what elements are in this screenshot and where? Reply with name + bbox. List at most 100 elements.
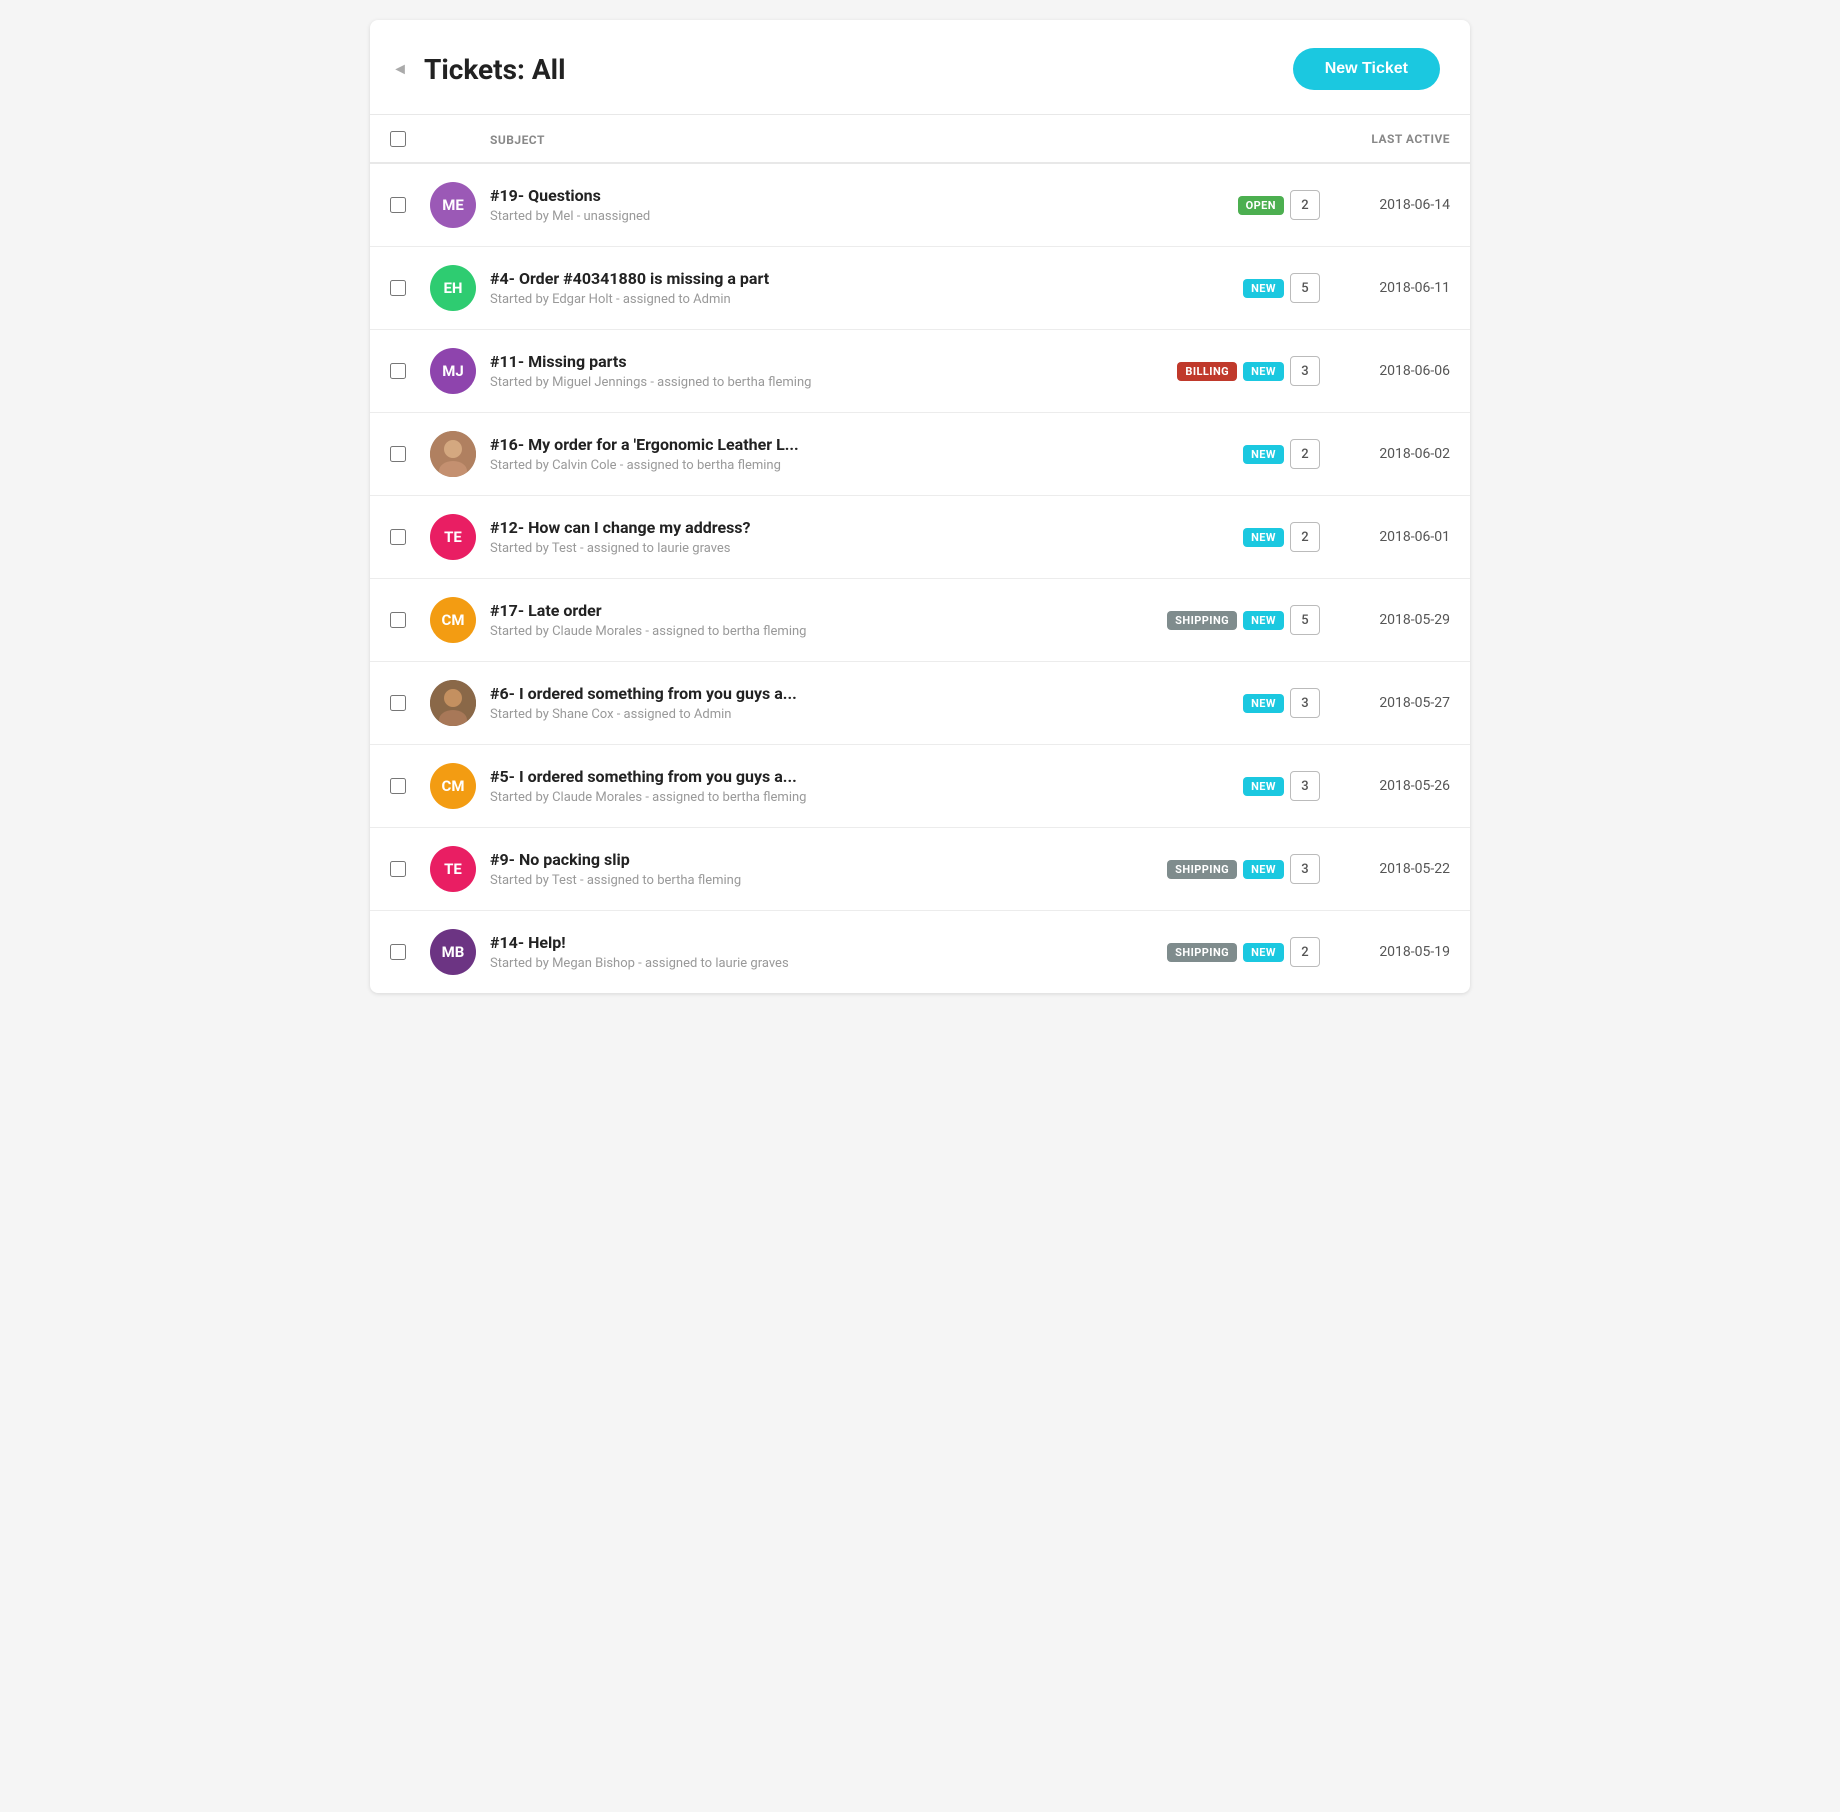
row-checkbox[interactable] — [390, 861, 406, 877]
avatar: TE — [430, 514, 476, 560]
header-left: ◄ Tickets: All — [390, 53, 566, 86]
avatar: MJ — [430, 348, 476, 394]
status-badge: BILLING — [1177, 362, 1237, 381]
status-badge: NEW — [1243, 279, 1284, 298]
ticket-subtitle: Started by Claude Morales - assigned to … — [490, 790, 1088, 805]
avatar-col — [430, 680, 490, 726]
status-badge: NEW — [1243, 943, 1284, 962]
table-row[interactable]: CM#17- Late orderStarted by Claude Moral… — [370, 579, 1470, 662]
header-check-col — [390, 131, 430, 147]
row-checkbox[interactable] — [390, 944, 406, 960]
count-badge: 2 — [1290, 439, 1320, 469]
avatar-col — [430, 431, 490, 477]
tags-col: NEW2 — [1100, 522, 1320, 552]
subject-col: #5- I ordered something from you guys a.… — [490, 767, 1100, 805]
ticket-title[interactable]: #17- Late order — [490, 601, 1088, 620]
avatar-col: ME — [430, 182, 490, 228]
table-row[interactable]: MB#14- Help!Started by Megan Bishop - as… — [370, 911, 1470, 993]
subject-col: #6- I ordered something from you guys a.… — [490, 684, 1100, 722]
row-check-col — [390, 861, 430, 877]
avatar — [430, 431, 476, 477]
row-checkbox[interactable] — [390, 778, 406, 794]
row-checkbox[interactable] — [390, 612, 406, 628]
table-row[interactable]: ME#19- Questions Started by Mel - unassig… — [370, 164, 1470, 247]
avatar-col: EH — [430, 265, 490, 311]
status-badge: NEW — [1243, 611, 1284, 630]
last-active-column-label: LAST ACTIVE — [1371, 132, 1450, 146]
status-badge: NEW — [1243, 445, 1284, 464]
row-checkbox[interactable] — [390, 280, 406, 296]
tickets-container: ◄ Tickets: All New Ticket SUBJECT LAST A… — [370, 20, 1470, 993]
ticket-title[interactable]: #6- I ordered something from you guys a.… — [490, 684, 1088, 703]
row-check-col — [390, 363, 430, 379]
tags-col: SHIPPINGNEW3 — [1100, 854, 1320, 884]
avatar-col: CM — [430, 763, 490, 809]
ticket-title[interactable]: #5- I ordered something from you guys a.… — [490, 767, 1088, 786]
avatar-col: TE — [430, 846, 490, 892]
last-active-col: 2018-06-02 — [1320, 446, 1450, 462]
status-badge: SHIPPING — [1167, 943, 1237, 962]
count-badge: 2 — [1290, 190, 1320, 220]
row-check-col — [390, 280, 430, 296]
table-header: SUBJECT LAST ACTIVE — [370, 115, 1470, 164]
avatar — [430, 680, 476, 726]
status-badge: NEW — [1243, 694, 1284, 713]
subject-col: #9- No packing slipStarted by Test - ass… — [490, 850, 1100, 888]
ticket-title[interactable]: #19- Questions — [490, 186, 1088, 205]
new-ticket-button[interactable]: New Ticket — [1293, 48, 1440, 90]
tags-col: NEW 5 — [1100, 273, 1320, 303]
status-badge: SHIPPING — [1167, 611, 1237, 630]
row-checkbox[interactable] — [390, 446, 406, 462]
row-checkbox[interactable] — [390, 695, 406, 711]
count-badge: 3 — [1290, 356, 1320, 386]
ticket-title[interactable]: #9- No packing slip — [490, 850, 1088, 869]
ticket-subtitle: Started by Mel - unassigned — [490, 209, 1088, 224]
avatar-col: MB — [430, 929, 490, 975]
count-badge: 3 — [1290, 688, 1320, 718]
header-last-active: LAST ACTIVE — [1320, 131, 1450, 147]
ticket-title[interactable]: #4- Order #40341880 is missing a part — [490, 269, 1088, 288]
table-row[interactable]: TE #9- No packing slipStarted by Test - a… — [370, 828, 1470, 911]
last-active-col: 2018-05-27 — [1320, 695, 1450, 711]
status-badge: NEW — [1243, 528, 1284, 547]
ticket-title[interactable]: #12- How can I change my address? — [490, 518, 1088, 537]
count-badge: 3 — [1290, 771, 1320, 801]
count-badge: 3 — [1290, 854, 1320, 884]
subject-column-label: SUBJECT — [490, 133, 545, 147]
avatar: CM — [430, 763, 476, 809]
tags-col: NEW3 — [1100, 771, 1320, 801]
ticket-list: ME#19- Questions Started by Mel - unassig… — [370, 164, 1470, 993]
table-row[interactable]: MJ#11- Missing partsStarted by Miguel Je… — [370, 330, 1470, 413]
tags-col: OPEN2 — [1100, 190, 1320, 220]
ticket-title[interactable]: #14- Help! — [490, 933, 1088, 952]
row-check-col — [390, 529, 430, 545]
row-checkbox[interactable] — [390, 363, 406, 379]
tags-col: NEW 2 — [1100, 439, 1320, 469]
tags-col: BILLINGNEW3 — [1100, 356, 1320, 386]
ticket-subtitle: Started by Edgar Holt - assigned to Admi… — [490, 292, 1088, 307]
header-subject: SUBJECT — [490, 129, 1100, 148]
sidebar-toggle-icon[interactable]: ◄ — [390, 59, 410, 79]
row-checkbox[interactable] — [390, 197, 406, 213]
count-badge: 5 — [1290, 273, 1320, 303]
avatar: MB — [430, 929, 476, 975]
table-row[interactable]: CM #5- I ordered something from you guys … — [370, 745, 1470, 828]
count-badge: 2 — [1290, 937, 1320, 967]
row-check-col — [390, 944, 430, 960]
row-checkbox[interactable] — [390, 529, 406, 545]
ticket-title[interactable]: #16- My order for a 'Ergonomic Leather L… — [490, 435, 1088, 454]
ticket-title[interactable]: #11- Missing parts — [490, 352, 1088, 371]
avatar: TE — [430, 846, 476, 892]
last-active-col: 2018-05-26 — [1320, 778, 1450, 794]
table-row[interactable]: #16- My order for a 'Ergonomic Leather L… — [370, 413, 1470, 496]
row-check-col — [390, 446, 430, 462]
table-row[interactable]: EH #4- Order #40341880 is missing a part S… — [370, 247, 1470, 330]
last-active-col: 2018-06-01 — [1320, 529, 1450, 545]
tags-col: SHIPPING NEW 2 — [1100, 937, 1320, 967]
avatar: EH — [430, 265, 476, 311]
ticket-subtitle: Started by Calvin Cole - assigned to ber… — [490, 458, 1088, 473]
table-row[interactable]: TE#12- How can I change my address?Start… — [370, 496, 1470, 579]
page-header: ◄ Tickets: All New Ticket — [370, 20, 1470, 115]
select-all-checkbox[interactable] — [390, 131, 406, 147]
table-row[interactable]: #6- I ordered something from you guys a.… — [370, 662, 1470, 745]
